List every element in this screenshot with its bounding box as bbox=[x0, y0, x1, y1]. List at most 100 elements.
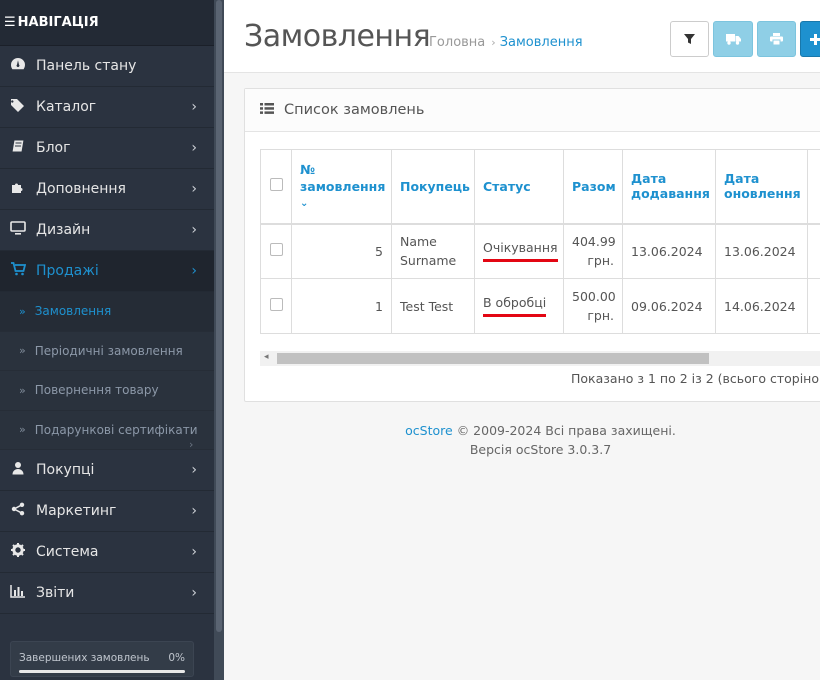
breadcrumb-separator-icon: › bbox=[491, 36, 496, 49]
chevron-right-icon: › bbox=[191, 263, 197, 279]
sidebar-item-catalog[interactable]: Каталог › bbox=[0, 87, 214, 128]
main-content: Замовлення Головна › Замовлення Список з… bbox=[224, 0, 820, 680]
completed-orders-progress: Завершених замовлень 0% bbox=[10, 641, 194, 677]
sort-desc-icon: ⌄ bbox=[300, 197, 309, 209]
order-total: 404.99 грн. bbox=[563, 223, 623, 279]
sidebar-item-blog[interactable]: Блог › bbox=[0, 128, 214, 169]
chevron-right-icon: › bbox=[191, 140, 197, 156]
order-id: 1 bbox=[291, 278, 392, 334]
chevron-right-icon: › bbox=[191, 503, 197, 519]
breadcrumb: Головна › Замовлення bbox=[429, 35, 583, 50]
dashboard-icon bbox=[8, 57, 28, 75]
filter-icon bbox=[684, 33, 695, 44]
sidebar-item-label: Звіти bbox=[36, 585, 75, 601]
order-date-modified: 14.06.2024 bbox=[715, 278, 808, 334]
table-header-row: № замовлення ⌄ Покупець Статус Разом Дат… bbox=[260, 149, 820, 225]
sidebar-item-extensions[interactable]: Доповнення › bbox=[0, 169, 214, 210]
row-checkbox[interactable] bbox=[269, 298, 283, 311]
order-date-added: 09.06.2024 bbox=[622, 278, 716, 334]
sidebar-item-label: Продажі bbox=[36, 263, 99, 279]
orders-panel: Список замовлень № замовлення ⌄ Покупець… bbox=[244, 88, 820, 402]
double-chevron-icon: » bbox=[19, 423, 26, 437]
order-date-added: 13.06.2024 bbox=[622, 223, 716, 279]
order-total: 500.00 грн. bbox=[563, 278, 623, 334]
orders-table: № замовлення ⌄ Покупець Статус Разом Дат… bbox=[260, 149, 820, 334]
shipping-button[interactable] bbox=[713, 21, 753, 57]
double-chevron-icon: » bbox=[19, 304, 26, 318]
column-customer[interactable]: Покупець bbox=[391, 149, 475, 225]
order-customer: Test Test bbox=[391, 278, 475, 334]
table-horizontal-scrollbar[interactable]: ◂ ▸ bbox=[260, 351, 820, 366]
column-date-modified[interactable]: Дата оновлення bbox=[715, 149, 808, 225]
order-id: 5 bbox=[291, 223, 392, 279]
page-title: Замовлення bbox=[244, 19, 431, 54]
row-select-cell bbox=[260, 278, 292, 334]
breadcrumb-current[interactable]: Замовлення bbox=[500, 35, 583, 50]
double-chevron-icon: » bbox=[19, 344, 26, 358]
table-row[interactable]: 1 Test Test В обробці 500.00 грн. 09.06.… bbox=[260, 278, 820, 334]
print-button[interactable] bbox=[757, 21, 796, 57]
footer-brand-link[interactable]: ocStore bbox=[405, 423, 453, 438]
breadcrumb-home[interactable]: Головна bbox=[429, 35, 485, 50]
panel-title: Список замовлень bbox=[284, 102, 425, 118]
sidebar-item-sales[interactable]: Продажі › bbox=[0, 251, 214, 292]
plus-icon bbox=[809, 33, 820, 45]
double-chevron-icon: » bbox=[19, 383, 26, 397]
sidebar-item-label: Каталог bbox=[36, 99, 97, 115]
row-select-cell bbox=[260, 223, 292, 279]
column-total[interactable]: Разом bbox=[563, 149, 623, 225]
footer-version: Версія ocStore 3.0.3.7 bbox=[469, 442, 612, 457]
sidebar-item-design[interactable]: Дизайн › bbox=[0, 210, 214, 251]
scrollbar-thumb[interactable] bbox=[277, 353, 709, 364]
sidebar-subitem-label: Замовлення bbox=[34, 304, 112, 319]
sidebar-subitem-label: Подарункові сертифікати bbox=[34, 422, 198, 437]
menu-bars-icon: ☰ bbox=[4, 15, 16, 30]
sidebar-item-label: Дизайн bbox=[36, 222, 91, 238]
sidebar-item-customers[interactable]: Покупці › bbox=[0, 450, 214, 491]
sidebar-subitem-gift-vouchers[interactable]: » Подарункові сертифікати bbox=[0, 410, 214, 450]
column-date-added[interactable]: Дата додавання bbox=[622, 149, 716, 225]
column-order-id-label: № замовлення bbox=[300, 161, 386, 194]
sidebar-subitem-returns[interactable]: » Повернення товару bbox=[0, 371, 214, 411]
order-status-cell: В обробці bbox=[474, 278, 564, 334]
row-checkbox[interactable] bbox=[269, 243, 283, 257]
print-icon bbox=[770, 33, 783, 45]
gear-icon bbox=[8, 543, 28, 561]
order-status: Очікування bbox=[483, 240, 558, 263]
select-all-checkbox[interactable] bbox=[269, 178, 283, 192]
order-status: В обробці bbox=[483, 295, 547, 317]
sidebar-item-label: Панель стану bbox=[36, 58, 137, 74]
monitor-icon bbox=[8, 221, 28, 239]
share-icon bbox=[8, 502, 28, 520]
sidebar-item-marketing[interactable]: Маркетинг › bbox=[0, 491, 214, 532]
sidebar-item-reports[interactable]: Звіти › bbox=[0, 573, 214, 614]
navigation-header[interactable]: ☰ НАВІГАЦІЯ bbox=[0, 0, 214, 46]
chevron-right-icon: › bbox=[191, 585, 197, 601]
sidebar-item-dashboard[interactable]: Панель стану bbox=[0, 46, 214, 87]
page-header: Замовлення Головна › Замовлення bbox=[224, 0, 820, 73]
cart-icon bbox=[8, 262, 28, 280]
footer-copyright: © 2009-2024 Всі права захищені. bbox=[456, 423, 676, 438]
sidebar-item-system[interactable]: Система › bbox=[0, 532, 214, 573]
sidebar-subitem-orders[interactable]: » Замовлення bbox=[0, 292, 214, 332]
progress-label: Завершених замовлень bbox=[19, 652, 150, 664]
select-all-cell bbox=[260, 149, 292, 225]
sidebar-item-label: Маркетинг bbox=[36, 503, 117, 519]
sidebar-scrollbar[interactable] bbox=[214, 0, 224, 680]
table-row[interactable]: 5 Name Surname Очікування 404.99 грн. 13… bbox=[260, 223, 820, 279]
add-order-button[interactable] bbox=[800, 21, 820, 57]
filter-button[interactable] bbox=[670, 21, 709, 57]
user-icon bbox=[8, 461, 28, 479]
chevron-right-icon: › bbox=[191, 544, 197, 560]
scrollbar-thumb[interactable] bbox=[216, 0, 222, 632]
sidebar-subitem-label: Повернення товару bbox=[34, 383, 159, 398]
column-status[interactable]: Статус bbox=[474, 149, 564, 225]
footer-copyright-line: ocStore © 2009-2024 Всі права захищені. bbox=[224, 421, 820, 440]
column-order-id[interactable]: № замовлення ⌄ bbox=[291, 149, 392, 225]
progress-track bbox=[19, 670, 185, 673]
bar-chart-icon bbox=[8, 584, 28, 602]
truck-icon bbox=[725, 33, 741, 45]
chevron-right-icon: › bbox=[191, 222, 197, 238]
scroll-left-icon[interactable]: ◂ bbox=[264, 352, 269, 362]
sidebar-subitem-recurring-orders[interactable]: » Періодичні замовлення bbox=[0, 331, 214, 371]
